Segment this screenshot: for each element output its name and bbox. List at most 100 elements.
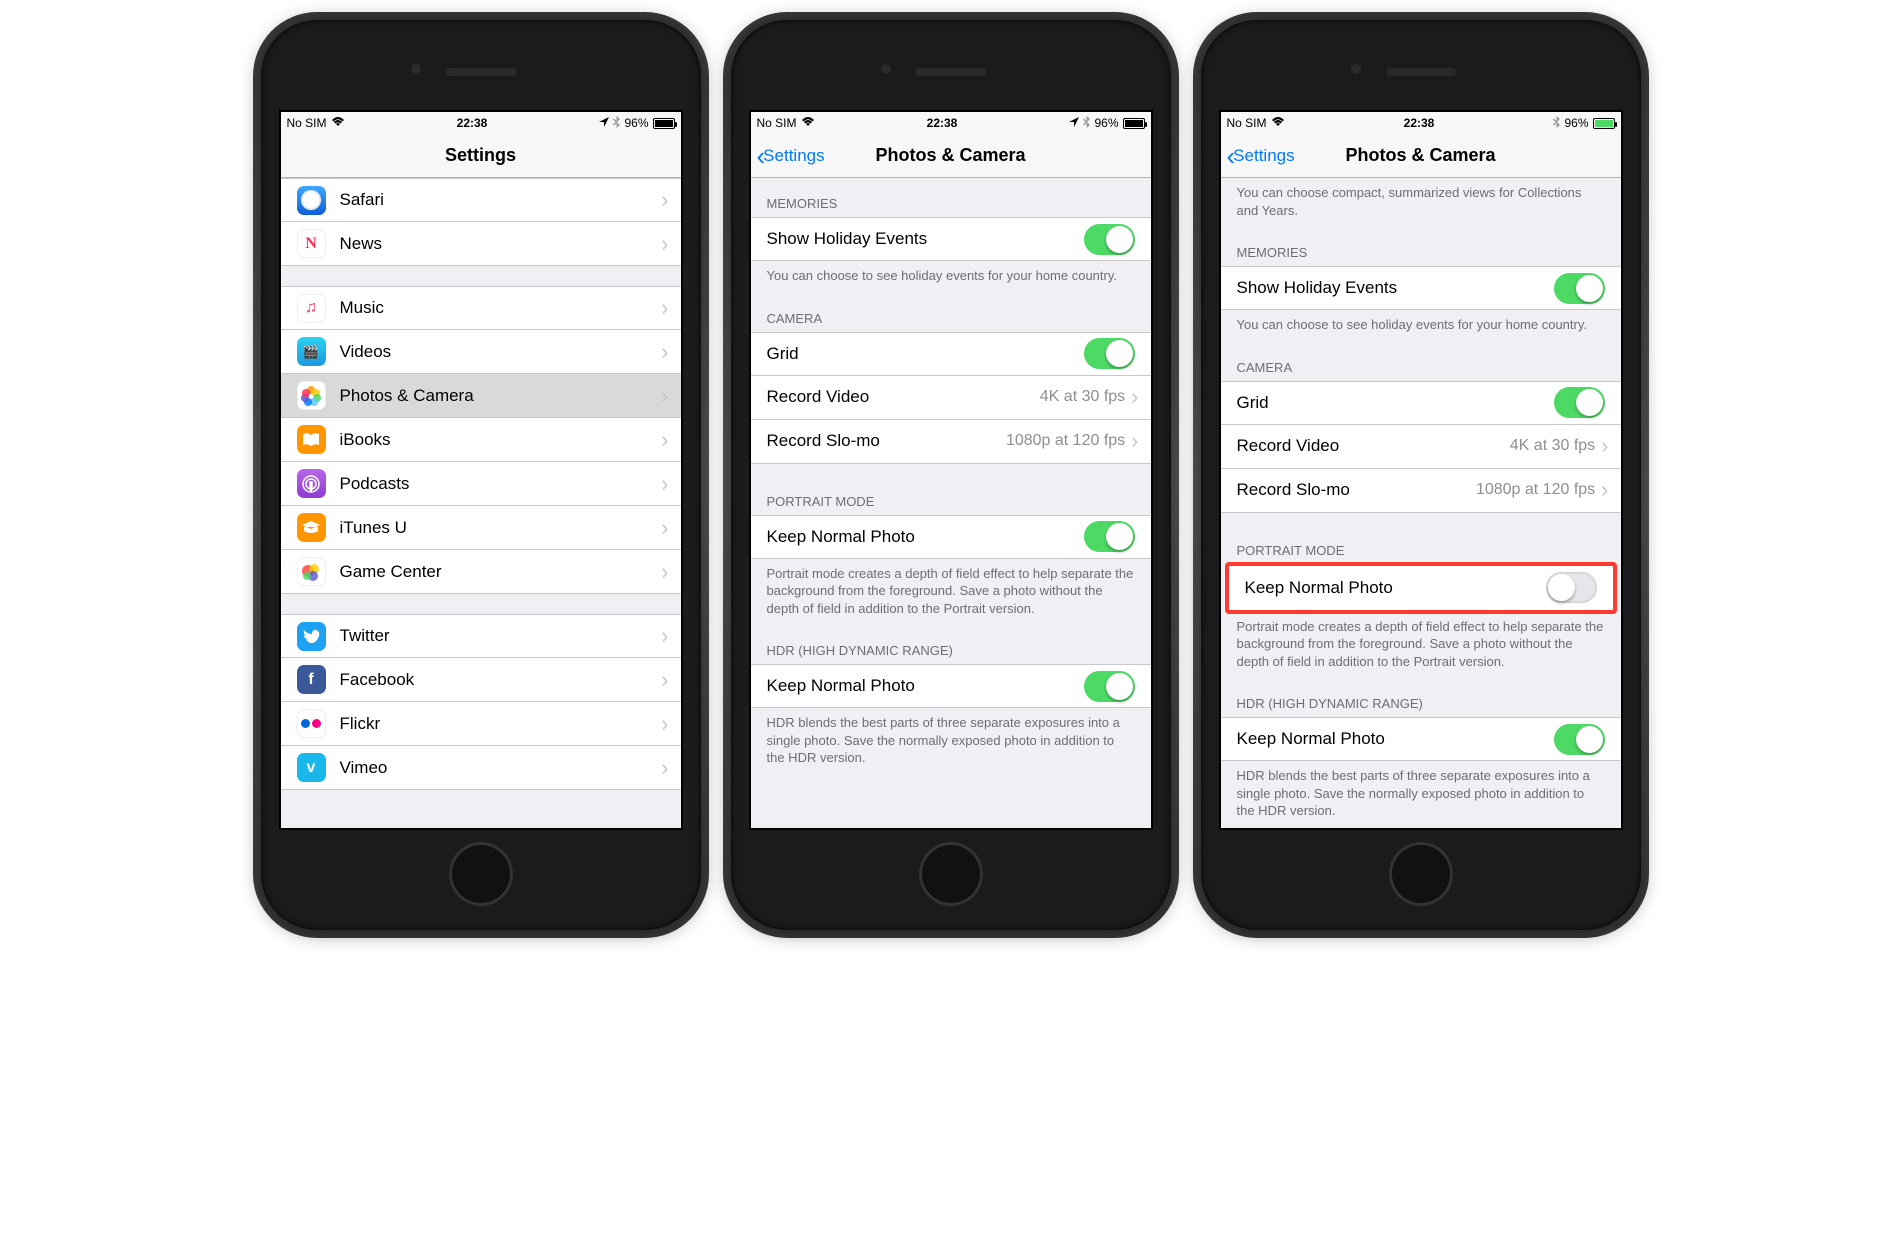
row-flickr[interactable]: Flickr › [281,702,681,746]
back-button[interactable]: ‹ Settings [757,134,825,178]
chevron-right-icon: › [661,623,668,649]
back-label: Settings [1233,146,1294,166]
wifi-icon [801,116,815,130]
toggle-grid[interactable] [1554,387,1605,418]
row-podcasts[interactable]: Podcasts › [281,462,681,506]
row-keep-normal-hdr[interactable]: Keep Normal Photo [1221,717,1621,761]
photos-icon [297,381,326,410]
row-label: News [340,234,662,254]
chevron-right-icon: › [1601,433,1608,459]
toggle-keep-normal-portrait[interactable] [1084,521,1135,552]
carrier-label: No SIM [1227,116,1267,130]
chevron-right-icon: › [1131,384,1138,410]
chevron-right-icon: › [1601,477,1608,503]
toggle-show-holiday[interactable] [1084,224,1135,255]
row-label: Keep Normal Photo [1245,578,1546,598]
wifi-icon [331,116,345,130]
section-memories-header: MEMORIES [1221,227,1621,266]
row-grid[interactable]: Grid [1221,381,1621,425]
nav-bar: ‹ Settings Photos & Camera [1221,134,1621,178]
row-grid[interactable]: Grid [751,332,1151,376]
row-keep-normal-portrait[interactable]: Keep Normal Photo [1229,566,1613,610]
row-ibooks[interactable]: iBooks › [281,418,681,462]
toggle-keep-normal-hdr[interactable] [1084,671,1135,702]
row-label: Keep Normal Photo [767,676,1084,696]
bluetooth-icon [1553,116,1560,131]
flickr-icon [297,709,326,738]
settings-list[interactable]: Safari › N News › ♫ Music › 🎬 Videos › [281,178,681,828]
screen-photos-camera-scrolled: No SIM 22:38 96% ‹ Settings Photos & Cam… [1219,110,1623,830]
battery-percent: 96% [624,116,648,130]
chevron-right-icon: › [661,711,668,737]
screen-settings-main: No SIM 22:38 96% Settings [279,110,683,830]
home-button[interactable] [1389,842,1453,906]
section-memories-footer: You can choose to see holiday events for… [1221,310,1621,342]
battery-icon [1593,118,1615,129]
row-show-holiday-events[interactable]: Show Holiday Events [751,217,1151,261]
carrier-label: No SIM [757,116,797,130]
battery-percent: 96% [1564,116,1588,130]
chevron-right-icon: › [1131,428,1138,454]
section-hdr-footer: HDR blends the best parts of three separ… [1221,761,1621,828]
section-hdr-footer: HDR blends the best parts of three separ… [751,708,1151,775]
location-icon [1069,116,1079,130]
row-record-video[interactable]: Record Video 4K at 30 fps › [1221,425,1621,469]
row-record-video[interactable]: Record Video 4K at 30 fps › [751,376,1151,420]
home-button[interactable] [449,842,513,906]
chevron-right-icon: › [661,755,668,781]
status-time: 22:38 [1404,116,1435,130]
status-bar: No SIM 22:38 96% [751,112,1151,134]
chevron-right-icon: › [661,471,668,497]
status-time: 22:38 [457,116,488,130]
highlight-annotation: Keep Normal Photo [1225,562,1617,614]
battery-icon [1123,118,1145,129]
row-news[interactable]: N News › [281,222,681,266]
row-keep-normal-hdr[interactable]: Keep Normal Photo [751,664,1151,708]
row-detail: 1080p at 120 fps [1476,481,1595,499]
settings-list[interactable]: MEMORIES Show Holiday Events You can cho… [751,178,1151,828]
row-gamecenter[interactable]: Game Center › [281,550,681,594]
row-facebook[interactable]: f Facebook › [281,658,681,702]
twitter-icon [297,622,326,651]
settings-list[interactable]: You can choose compact, summarized views… [1221,178,1621,828]
row-label: Keep Normal Photo [1237,729,1554,749]
section-camera-header: CAMERA [1221,342,1621,381]
row-detail: 1080p at 120 fps [1006,432,1125,450]
screen-photos-camera: No SIM 22:38 96% ‹ Settings Photos & Cam… [749,110,1153,830]
row-videos[interactable]: 🎬 Videos › [281,330,681,374]
row-vimeo[interactable]: v Vimeo › [281,746,681,790]
chevron-right-icon: › [661,515,668,541]
podcasts-icon [297,469,326,498]
status-bar: No SIM 22:38 96% [1221,112,1621,134]
back-button[interactable]: ‹ Settings [1227,134,1295,178]
row-record-slomo[interactable]: Record Slo-mo 1080p at 120 fps › [1221,469,1621,513]
wifi-icon [1271,116,1285,130]
row-keep-normal-portrait[interactable]: Keep Normal Photo [751,515,1151,559]
toggle-keep-normal-hdr[interactable] [1554,724,1605,755]
device-frame-3: No SIM 22:38 96% ‹ Settings Photos & Cam… [1201,20,1641,930]
facebook-icon: f [297,665,326,694]
row-label: iBooks [340,430,662,450]
row-itunesu[interactable]: iTunes U › [281,506,681,550]
row-label: Keep Normal Photo [767,527,1084,547]
row-label: Grid [767,344,1084,364]
toggle-grid[interactable] [1084,338,1135,369]
section-portrait-footer: Portrait mode creates a depth of field e… [751,559,1151,626]
row-label: Show Holiday Events [1237,278,1554,298]
row-label: Videos [340,342,662,362]
row-safari[interactable]: Safari › [281,178,681,222]
home-button[interactable] [919,842,983,906]
row-music[interactable]: ♫ Music › [281,286,681,330]
row-photos-camera[interactable]: Photos & Camera › [281,374,681,418]
row-twitter[interactable]: Twitter › [281,614,681,658]
chevron-right-icon: › [661,295,668,321]
row-show-holiday-events[interactable]: Show Holiday Events [1221,266,1621,310]
row-label: Podcasts [340,474,662,494]
chevron-right-icon: › [661,559,668,585]
toggle-show-holiday[interactable] [1554,273,1605,304]
row-record-slomo[interactable]: Record Slo-mo 1080p at 120 fps › [751,420,1151,464]
toggle-keep-normal-portrait[interactable] [1546,572,1597,603]
row-detail: 4K at 30 fps [1510,437,1595,455]
ibooks-icon [297,425,326,454]
row-label: Photos & Camera [340,386,662,406]
